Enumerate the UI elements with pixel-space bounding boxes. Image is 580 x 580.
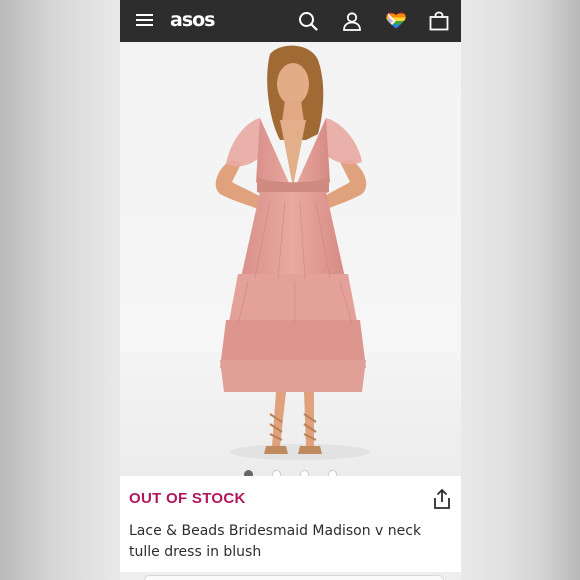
share-icon[interactable] <box>432 488 452 510</box>
top-navigation-bar: asos <box>120 0 461 42</box>
search-icon[interactable] <box>298 11 318 31</box>
product-title-line-1: Lace & Beads Bridesmaid Madison v neck <box>129 523 422 539</box>
asos-logo[interactable]: asos <box>170 8 215 32</box>
account-icon[interactable] <box>342 11 362 31</box>
next-section-edge <box>144 575 444 580</box>
bottom-edge <box>120 572 461 580</box>
bag-icon[interactable] <box>429 11 449 31</box>
phone-screen: asos OUT OF STOCK Lace & Beads Bridesmai… <box>120 0 461 580</box>
product-title: Lace & Beads Bridesmaid Madison v neck t… <box>129 521 429 563</box>
product-title-line-2: tulle dress in blush <box>129 544 262 560</box>
wishlist-icon[interactable] <box>385 10 407 32</box>
stock-status: OUT OF STOCK <box>129 490 246 507</box>
product-image[interactable] <box>120 42 461 476</box>
product-info-panel: OUT OF STOCK Lace & Beads Bridesmaid Mad… <box>120 476 461 580</box>
menu-icon[interactable] <box>136 12 154 28</box>
background-right <box>460 0 580 580</box>
product-photo-illustration <box>120 45 461 476</box>
